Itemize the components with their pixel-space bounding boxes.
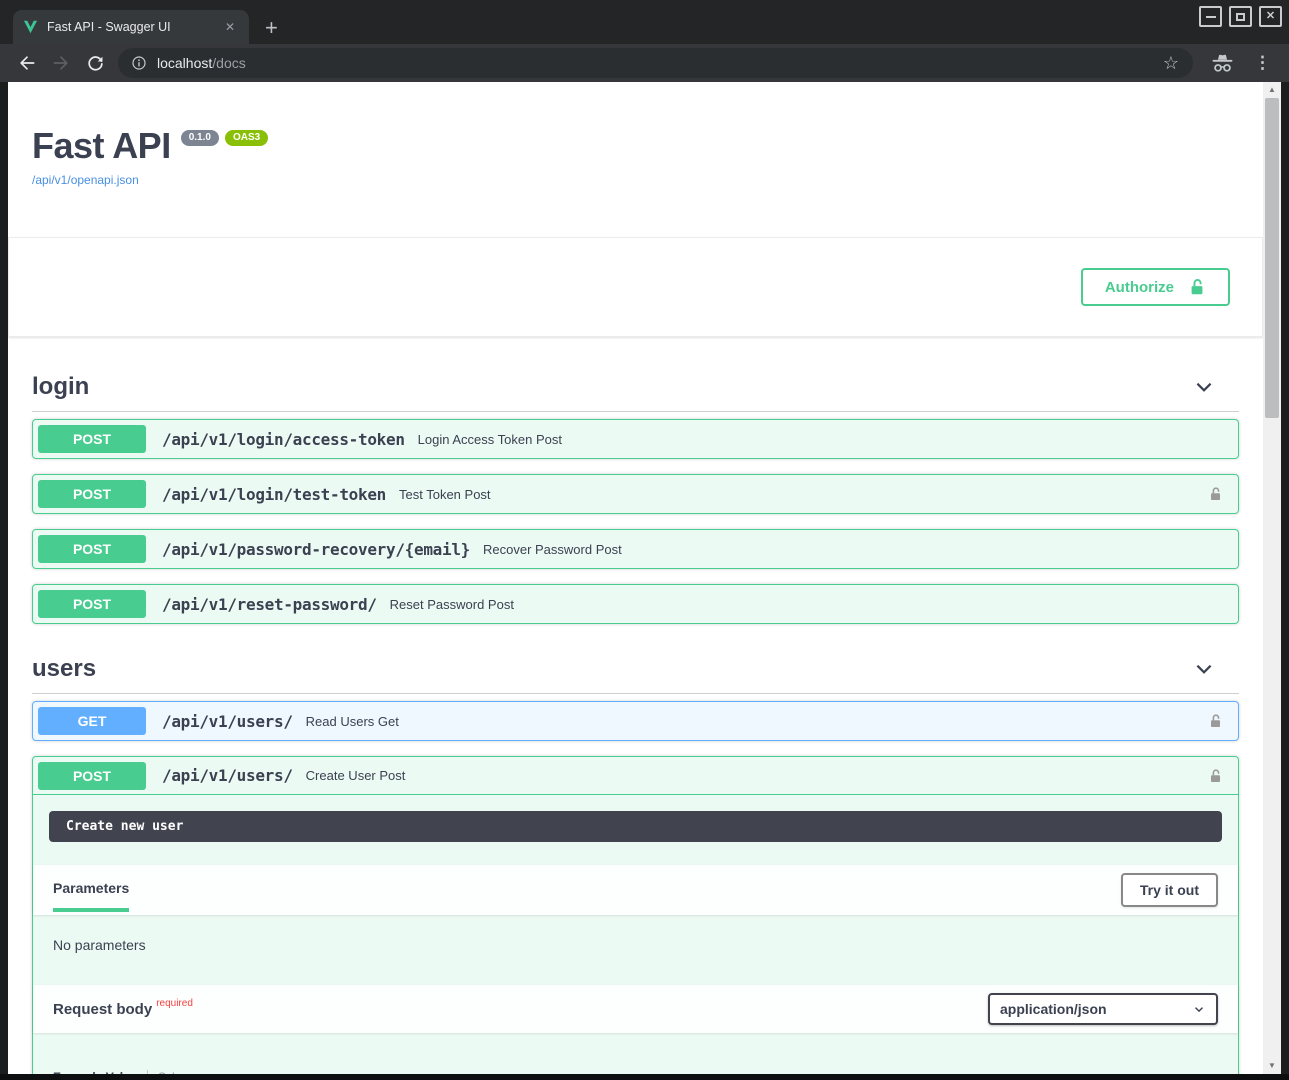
url-host: localhost (157, 55, 212, 71)
parameters-header: Parameters Try it out (33, 865, 1238, 915)
scrollbar-thumb[interactable] (1265, 98, 1279, 418)
favicon-v-icon (23, 20, 38, 34)
authorize-button[interactable]: Authorize (1081, 268, 1230, 306)
window-left-edge (0, 82, 8, 1074)
api-header: Fast API 0.1.0 OAS3 /api/v1/openapi.json (32, 82, 1239, 189)
try-it-out-button[interactable]: Try it out (1121, 873, 1218, 907)
content-type-value: application/json (1000, 1001, 1107, 1017)
method-badge: POST (38, 590, 146, 618)
tab-example-value[interactable]: Example Value (53, 1070, 148, 1074)
unlocked-lock-icon (1188, 278, 1206, 296)
tag-section-users: users GET /api/v1/users/ Read Users Get (32, 649, 1239, 1074)
method-badge: POST (38, 535, 146, 563)
tag-section-login: login POST /api/v1/login/access-token Lo… (32, 367, 1239, 624)
auth-lock-icon[interactable] (1208, 486, 1223, 502)
window-right-edge (1281, 82, 1289, 1074)
endpoint-row-login-test-token[interactable]: POST /api/v1/login/test-token Test Token… (32, 474, 1239, 514)
endpoint-summary-row[interactable]: POST /api/v1/users/ Create User Post (33, 757, 1238, 795)
authorize-label: Authorize (1105, 279, 1174, 296)
openapi-spec-link[interactable]: /api/v1/openapi.json (32, 173, 139, 187)
endpoint-row-password-recovery[interactable]: POST /api/v1/password-recovery/{email} R… (32, 529, 1239, 569)
maximize-icon (1236, 13, 1245, 21)
bookmark-star-icon[interactable]: ☆ (1155, 53, 1187, 74)
window-minimize-button[interactable] (1199, 6, 1222, 27)
url-path: /docs (212, 55, 245, 71)
request-body-label: Request body (53, 1001, 152, 1018)
endpoint-path: /api/v1/login/access-token (162, 430, 405, 449)
endpoint-row-login-access-token[interactable]: POST /api/v1/login/access-token Login Ac… (32, 419, 1239, 459)
operation-body: Create new user Parameters Try it out No… (33, 811, 1238, 1074)
back-button[interactable] (13, 49, 41, 77)
auth-lock-icon[interactable] (1208, 768, 1223, 784)
page-scrollbar[interactable]: ▲ ▼ (1263, 82, 1281, 1074)
section-header-login[interactable]: login (32, 367, 1239, 412)
scheme-container: Authorize (8, 237, 1263, 337)
minimize-icon (1206, 16, 1216, 18)
endpoint-path: /api/v1/login/test-token (162, 485, 386, 504)
close-icon: ✕ (1266, 11, 1275, 22)
address-bar[interactable]: localhost/docs ☆ (118, 48, 1193, 78)
method-badge: POST (38, 425, 146, 453)
endpoint-summary: Test Token Post (399, 487, 491, 502)
operation-description: Create new user (49, 811, 1222, 842)
site-info-icon[interactable] (131, 55, 147, 71)
required-badge: required (156, 998, 193, 1009)
endpoint-row-read-users[interactable]: GET /api/v1/users/ Read Users Get (32, 701, 1239, 741)
endpoint-summary: Login Access Token Post (418, 432, 562, 447)
no-parameters-text: No parameters (33, 915, 1238, 985)
browser-tab[interactable]: Fast API - Swagger UI ✕ (13, 10, 249, 44)
version-badge: 0.1.0 (181, 130, 219, 146)
select-chevron-icon (1192, 1002, 1206, 1016)
scroll-down-icon[interactable]: ▼ (1268, 1058, 1276, 1074)
window-maximize-button[interactable] (1229, 6, 1252, 27)
parameters-tab: Parameters (53, 876, 129, 904)
endpoint-summary: Recover Password Post (483, 542, 622, 557)
reload-button[interactable] (81, 49, 109, 77)
browser-menu-icon[interactable]: ⋮ (1244, 53, 1279, 73)
forward-button[interactable] (47, 49, 75, 77)
incognito-icon (1211, 54, 1234, 73)
method-badge: POST (38, 480, 146, 508)
endpoint-row-create-user: POST /api/v1/users/ Create User Post Cre… (32, 756, 1239, 1074)
endpoint-path: /api/v1/reset-password/ (162, 595, 377, 614)
auth-lock-icon[interactable] (1208, 713, 1223, 729)
endpoint-path: /api/v1/password-recovery/{email} (162, 540, 470, 559)
chevron-down-icon[interactable] (1193, 658, 1215, 680)
browser-toolbar: localhost/docs ☆ ⋮ (0, 44, 1289, 82)
endpoint-row-reset-password[interactable]: POST /api/v1/reset-password/ Reset Passw… (32, 584, 1239, 624)
new-tab-button[interactable]: + (265, 17, 278, 39)
oas3-badge: OAS3 (225, 130, 268, 146)
section-title: login (32, 373, 89, 401)
url-text[interactable]: localhost/docs (157, 55, 1155, 71)
chevron-down-icon[interactable] (1193, 376, 1215, 398)
model-example-tabs: Example Value Schema (33, 1033, 1238, 1074)
section-title: users (32, 655, 96, 683)
tab-title: Fast API - Swagger UI (47, 20, 221, 34)
section-header-users[interactable]: users (32, 649, 1239, 694)
tab-close-icon[interactable]: ✕ (221, 18, 239, 36)
window-controls: ✕ (1199, 6, 1282, 27)
endpoint-summary: Reset Password Post (390, 597, 514, 612)
page-title: Fast API (32, 128, 171, 164)
scroll-up-icon[interactable]: ▲ (1268, 82, 1276, 98)
content-type-select[interactable]: application/json (988, 993, 1218, 1025)
swagger-page: Fast API 0.1.0 OAS3 /api/v1/openapi.json… (8, 82, 1263, 1074)
window-bottom-edge (0, 1074, 1289, 1080)
window-close-button[interactable]: ✕ (1259, 6, 1282, 27)
method-badge: POST (38, 762, 146, 790)
endpoint-summary: Create User Post (306, 768, 406, 783)
tab-schema[interactable]: Schema (148, 1070, 202, 1074)
request-body-header: Request body required application/json (33, 985, 1238, 1033)
endpoint-summary: Read Users Get (306, 714, 399, 729)
method-badge: GET (38, 707, 146, 735)
endpoint-path: /api/v1/users/ (162, 766, 293, 785)
endpoint-path: /api/v1/users/ (162, 712, 293, 731)
browser-titlebar: Fast API - Swagger UI ✕ + ✕ (0, 0, 1289, 44)
